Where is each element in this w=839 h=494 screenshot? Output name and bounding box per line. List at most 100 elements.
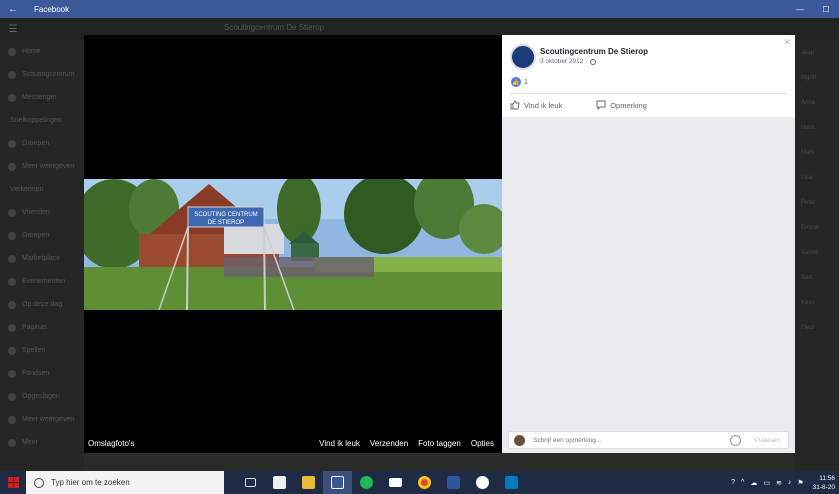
background-sidebar-item: Home bbox=[0, 40, 84, 63]
photo-tag-button[interactable]: Foto taggen bbox=[418, 439, 461, 448]
background-contact-item: Ingrid bbox=[801, 74, 817, 81]
background-contact-item: Bart bbox=[801, 274, 813, 281]
background-sidebar-label: Paginas bbox=[22, 324, 48, 331]
background-sidebar: Home Scoutingcentrum Messenger Snelkoppelin… bbox=[0, 40, 84, 471]
minimize-icon[interactable]: — bbox=[787, 0, 813, 18]
background-sidebar-label: Verkennen bbox=[10, 186, 44, 193]
slack-icon[interactable] bbox=[468, 471, 497, 494]
post-details-panel: ✕ Scoutingcentrum De Stierop 3 oktober 2… bbox=[502, 35, 795, 453]
wifi-icon[interactable]: ≋ bbox=[776, 479, 782, 487]
photo-like-button[interactable]: Vind ik leuk bbox=[319, 439, 360, 448]
background-contacts: Jaap Ingrid Anna Henk Mark Lisa Peter Emma Sanne… bbox=[795, 40, 839, 471]
sidebar-item-icon bbox=[8, 300, 16, 309]
sidebar-item-icon bbox=[8, 277, 16, 286]
file-explorer-icon[interactable] bbox=[294, 471, 323, 494]
sidebar-item-icon bbox=[8, 346, 16, 355]
post-comment-button[interactable]: Plaatsen bbox=[755, 437, 780, 444]
taskbar-search-placeholder: Typ hier om te zoeken bbox=[51, 478, 130, 487]
windows-taskbar: Typ hier om te zoeken ? ^ ☁ ▭ ≋ ♪ ⚑ 11:5… bbox=[0, 471, 839, 494]
background-sidebar-label: Fondsen bbox=[22, 370, 50, 377]
spotify-icon[interactable] bbox=[352, 471, 381, 494]
background-sidebar-label: Marketplace bbox=[22, 255, 61, 262]
trello-icon[interactable] bbox=[497, 471, 526, 494]
sidebar-item-icon bbox=[8, 323, 16, 332]
background-contact-item: Emma bbox=[801, 224, 819, 231]
background-sidebar-item: Messenger bbox=[0, 86, 84, 109]
store-icon[interactable] bbox=[265, 471, 294, 494]
start-button[interactable] bbox=[0, 471, 26, 494]
window-controls: — ☐ bbox=[787, 0, 839, 18]
volume-icon[interactable]: ♪ bbox=[788, 479, 792, 486]
background-sidebar-item: Verkennen bbox=[0, 178, 84, 201]
back-arrow-icon[interactable]: ← bbox=[0, 4, 26, 15]
cover-photo[interactable]: SCOUTING CENTRUM DE STIEROP bbox=[84, 179, 502, 310]
facebook-app-icon[interactable] bbox=[323, 471, 352, 494]
word-icon[interactable] bbox=[439, 471, 468, 494]
system-tray: ? ^ ☁ ▭ ≋ ♪ ⚑ 11:56 31-8-20 bbox=[728, 471, 839, 494]
background-sidebar-label: Vrienden bbox=[22, 209, 50, 216]
background-sidebar-item: Opgeslagen bbox=[0, 385, 84, 408]
like-count: 1 bbox=[524, 78, 528, 86]
background-sidebar-label: Op deze dag bbox=[22, 301, 63, 308]
thumbs-up-icon: 👍 bbox=[511, 77, 521, 87]
search-icon bbox=[34, 477, 44, 488]
sidebar-item-icon bbox=[8, 438, 16, 447]
chrome-icon[interactable] bbox=[410, 471, 439, 494]
sidebar-item-icon bbox=[8, 392, 16, 401]
task-view-icon[interactable] bbox=[236, 471, 265, 494]
background-sidebar-item: Spellen bbox=[0, 339, 84, 362]
background-sidebar-item: Meer bbox=[0, 431, 84, 454]
mail-icon[interactable] bbox=[381, 471, 410, 494]
background-sidebar-item: Snelkoppelingen bbox=[0, 109, 84, 132]
sidebar-item-icon bbox=[8, 47, 16, 56]
photo-send-button[interactable]: Verzenden bbox=[370, 439, 408, 448]
sidebar-item-icon bbox=[8, 231, 16, 240]
clock-date: 31-8-20 bbox=[812, 483, 835, 491]
sidebar-item-icon bbox=[8, 369, 16, 378]
background-sidebar-item: Groepen bbox=[0, 132, 84, 155]
emoji-icon[interactable] bbox=[729, 434, 741, 446]
background-search-text: Scoutingcentrum De Stierop bbox=[224, 23, 325, 32]
network-icon[interactable]: ▭ bbox=[763, 479, 770, 487]
comment-composer: Plaatsen bbox=[508, 431, 789, 449]
user-avatar bbox=[514, 434, 525, 446]
page-avatar[interactable] bbox=[510, 44, 536, 70]
comment-input[interactable] bbox=[533, 436, 730, 444]
background-sidebar-item: Op deze dag bbox=[0, 293, 84, 316]
post-header: ✕ Scoutingcentrum De Stierop 3 oktober 2… bbox=[502, 35, 795, 117]
reactions-summary[interactable]: 👍 1 bbox=[511, 77, 528, 87]
flag-icon[interactable]: ⚑ bbox=[797, 479, 803, 487]
background-sidebar-label: Evenementen bbox=[22, 278, 66, 285]
photo-options-button[interactable]: Opties bbox=[471, 439, 494, 448]
post-date-text[interactable]: 3 oktober 2012 · bbox=[540, 58, 587, 65]
background-contact-item: Fleur bbox=[801, 324, 815, 331]
windows-logo-icon bbox=[7, 477, 19, 488]
close-icon[interactable]: ✕ bbox=[783, 37, 791, 48]
background-sidebar-label: Meer weergeven bbox=[22, 163, 75, 170]
like-button-label: Vind ik leuk bbox=[524, 100, 563, 110]
window-titlebar: ← Facebook — ☐ bbox=[0, 0, 839, 18]
maximize-icon[interactable]: ☐ bbox=[813, 0, 839, 18]
background-sidebar-label: Messenger bbox=[22, 94, 57, 101]
photo-action-bar: Omslagfoto's Vind ik leuk Verzenden Foto… bbox=[84, 433, 502, 453]
cloud-icon[interactable]: ☁ bbox=[750, 479, 757, 487]
background-sidebar-label: Scoutingcentrum bbox=[22, 71, 75, 78]
sidebar-item-icon bbox=[8, 139, 16, 148]
clock[interactable]: 11:56 31-8-20 bbox=[813, 474, 835, 492]
post-date: 3 oktober 2012 · bbox=[540, 58, 597, 65]
taskbar-search[interactable]: Typ hier om te zoeken bbox=[26, 471, 224, 494]
background-contact-item: Peter bbox=[801, 199, 816, 206]
background-sidebar-label: Home bbox=[22, 48, 41, 55]
comment-bubble-icon bbox=[596, 100, 606, 110]
page-name-link[interactable]: Scoutingcentrum De Stierop bbox=[540, 47, 648, 56]
background-sidebar-item: Vrienden bbox=[0, 201, 84, 224]
background-contact-item: Sanne bbox=[801, 249, 819, 256]
like-button[interactable]: Vind ik leuk bbox=[510, 96, 562, 114]
background-sidebar-item: Meer weergeven bbox=[0, 155, 84, 178]
globe-icon bbox=[590, 58, 597, 65]
sidebar-item-icon bbox=[8, 70, 16, 79]
comment-button[interactable]: Opmerking bbox=[596, 96, 647, 114]
clock-time: 11:56 bbox=[819, 474, 835, 482]
help-icon[interactable]: ? bbox=[731, 479, 735, 486]
chevron-up-icon[interactable]: ^ bbox=[741, 479, 744, 486]
